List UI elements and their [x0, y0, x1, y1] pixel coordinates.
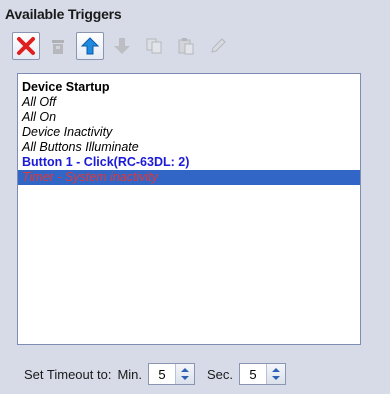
spin-arrows-icon [181, 368, 189, 380]
arrow-up-icon [80, 37, 100, 55]
seconds-spin-button[interactable] [266, 364, 286, 384]
delete-button[interactable] [12, 32, 40, 60]
trigger-toolbar [12, 30, 236, 62]
list-item[interactable]: Device Startup [18, 80, 360, 95]
delete-icon [17, 37, 35, 55]
timeout-label: Set Timeout to: [24, 366, 112, 382]
arrow-down-icon [114, 38, 130, 54]
seconds-value[interactable]: 5 [240, 367, 266, 382]
paste-button[interactable] [172, 32, 200, 60]
triggers-list[interactable]: Device Startup All Off All On Device Ina… [17, 73, 361, 345]
list-item[interactable]: All Off [18, 95, 360, 110]
copy-icon [146, 38, 162, 54]
list-item[interactable]: All On [18, 110, 360, 125]
seconds-stepper[interactable]: 5 [239, 363, 287, 385]
seconds-label: Sec. [207, 366, 234, 382]
minutes-value[interactable]: 5 [149, 367, 175, 382]
minutes-spin-button[interactable] [175, 364, 194, 384]
list-item[interactable]: All Buttons Illuminate [18, 140, 360, 155]
list-item-selected[interactable]: Timer - System inactivity [18, 170, 360, 185]
move-up-button[interactable] [76, 32, 104, 60]
paste-icon [178, 38, 194, 55]
trash-button[interactable] [44, 32, 72, 60]
edit-button[interactable] [204, 32, 232, 60]
move-down-button[interactable] [108, 32, 136, 60]
list-item[interactable]: Device Inactivity [18, 125, 360, 140]
minutes-stepper[interactable]: 5 [148, 363, 195, 385]
trash-icon [52, 40, 64, 54]
timeout-row: Set Timeout to: Min. 5 Sec. 5 [24, 362, 298, 386]
minutes-label: Min. [117, 366, 142, 382]
copy-button[interactable] [140, 32, 168, 60]
edit-icon [211, 38, 226, 53]
panel-title: Available Triggers [5, 6, 122, 22]
spin-arrows-icon [272, 368, 281, 380]
list-item[interactable]: Button 1 - Click(RC-63DL: 2) [18, 155, 360, 170]
